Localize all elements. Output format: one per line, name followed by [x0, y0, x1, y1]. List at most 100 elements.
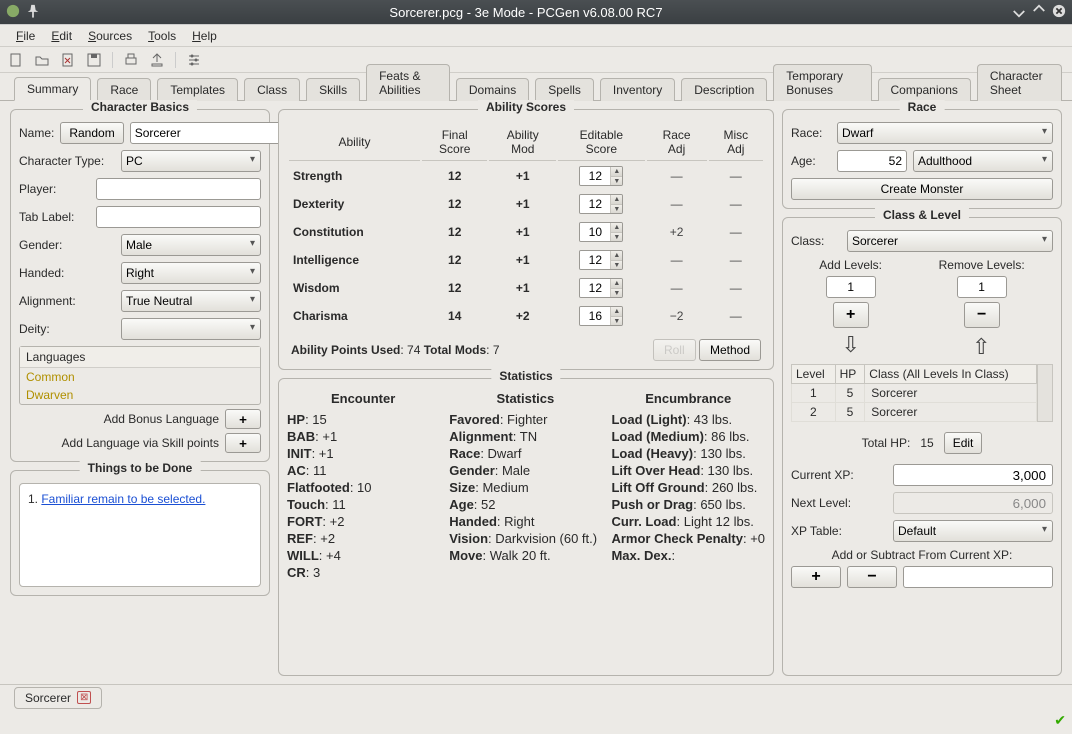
tab-inventory[interactable]: Inventory — [600, 78, 675, 101]
deity-label: Deity: — [19, 322, 115, 336]
ability-spinner[interactable]: ▲▼ — [579, 250, 623, 270]
menubar: File Edit Sources Tools Help — [0, 25, 1072, 47]
menu-sources[interactable]: Sources — [80, 27, 140, 45]
total-hp-value: 15 — [920, 436, 933, 450]
tab-companions[interactable]: Companions — [878, 78, 971, 101]
xp-add-button[interactable]: + — [791, 566, 841, 588]
skill-language-label: Add Language via Skill points — [19, 436, 219, 450]
method-button[interactable]: Method — [699, 339, 761, 361]
menu-edit[interactable]: Edit — [43, 27, 80, 45]
class-select[interactable]: Sorcerer — [847, 230, 1053, 252]
ability-spinner[interactable]: ▲▼ — [579, 278, 623, 298]
handed-label: Handed: — [19, 266, 115, 280]
ability-spinner[interactable]: ▲▼ — [579, 306, 623, 326]
stats-header: Statistics — [449, 391, 601, 406]
edit-hp-button[interactable]: Edit — [944, 432, 983, 454]
character-tab[interactable]: Sorcerer ⊠ — [14, 687, 102, 709]
ability-mod: +1 — [489, 219, 556, 245]
languages-box: Languages CommonDwarven — [19, 346, 261, 405]
tab-race[interactable]: Race — [97, 78, 151, 101]
alignment-select[interactable]: True Neutral — [121, 290, 261, 312]
thing-link[interactable]: Familiar remain to be selected. — [41, 492, 205, 506]
preferences-icon[interactable] — [186, 52, 202, 68]
ability-mod: +1 — [489, 275, 556, 301]
xptable-label: XP Table: — [791, 524, 887, 538]
remove-level-button[interactable]: − — [964, 302, 1000, 328]
things-list: 1. Familiar remain to be selected. — [19, 483, 261, 587]
add-level-button[interactable]: + — [833, 302, 869, 328]
level-row[interactable]: 25Sorcerer — [792, 403, 1037, 422]
stat-line: HP: 15 — [287, 412, 439, 427]
random-button[interactable]: Random — [60, 122, 123, 144]
menu-help[interactable]: Help — [184, 27, 225, 45]
name-input[interactable] — [130, 122, 295, 144]
ability-header: EditableScore — [558, 124, 645, 161]
add-arrow-icon: ⇩ — [841, 332, 859, 358]
xp-delta-input[interactable] — [903, 566, 1053, 588]
add-levels-label: Add Levels: — [819, 258, 882, 272]
menu-file[interactable]: File — [8, 27, 43, 45]
gender-select[interactable]: Male — [121, 234, 261, 256]
print-icon[interactable] — [123, 52, 139, 68]
remove-levels-input[interactable] — [957, 276, 1007, 298]
create-monster-button[interactable]: Create Monster — [791, 178, 1053, 200]
tab-description[interactable]: Description — [681, 78, 767, 101]
classlevel-title: Class & Level — [875, 208, 969, 222]
tab-domains[interactable]: Domains — [456, 78, 529, 101]
level-row[interactable]: 15Sorcerer — [792, 384, 1037, 403]
ability-spinner[interactable]: ▲▼ — [579, 194, 623, 214]
xptable-select[interactable]: Default — [893, 520, 1053, 542]
ability-table: AbilityFinalScoreAbilityModEditableScore… — [287, 122, 765, 331]
close-file-icon[interactable] — [60, 52, 76, 68]
add-levels-input[interactable] — [826, 276, 876, 298]
tablabel-input[interactable] — [96, 206, 261, 228]
tab-spells[interactable]: Spells — [535, 78, 594, 101]
language-item[interactable]: Common — [20, 368, 260, 386]
xp-sub-button[interactable]: − — [847, 566, 897, 588]
race-select[interactable]: Dwarf — [837, 122, 1053, 144]
new-icon[interactable] — [8, 52, 24, 68]
deity-select[interactable] — [121, 318, 261, 340]
age-input[interactable] — [837, 150, 907, 172]
maximize-icon[interactable] — [1032, 4, 1046, 21]
window-title: Sorcerer.pcg - 3e Mode - PCGen v6.08.00 … — [40, 5, 1012, 20]
tab-feats-abilities[interactable]: Feats & Abilities — [366, 64, 450, 101]
tab-temporary-bonuses[interactable]: Temporary Bonuses — [773, 64, 871, 101]
age-stage-select[interactable]: Adulthood — [913, 150, 1053, 172]
stat-line: Gender: Male — [449, 463, 601, 478]
ability-miscadj: — — [709, 303, 763, 329]
language-item[interactable]: Dwarven — [20, 386, 260, 404]
levels-scrollbar[interactable] — [1037, 364, 1053, 422]
export-icon[interactable] — [149, 52, 165, 68]
next-level-value — [893, 492, 1053, 514]
chartype-select[interactable]: PC — [121, 150, 261, 172]
ability-header: AbilityMod — [489, 124, 556, 161]
stat-line: Load (Heavy): 130 lbs. — [611, 446, 765, 461]
minimize-icon[interactable] — [1012, 4, 1026, 21]
save-icon[interactable] — [86, 52, 102, 68]
bonus-language-label: Add Bonus Language — [19, 412, 219, 426]
player-input[interactable] — [96, 178, 261, 200]
close-character-icon[interactable]: ⊠ — [77, 691, 91, 704]
pin-icon[interactable] — [26, 4, 40, 21]
stat-line: Load (Light): 43 lbs. — [611, 412, 765, 427]
ability-spinner[interactable]: ▲▼ — [579, 166, 623, 186]
handed-select[interactable]: Right — [121, 262, 261, 284]
stat-line: Curr. Load: Light 12 lbs. — [611, 514, 765, 529]
close-icon[interactable] — [1052, 4, 1066, 21]
skill-language-add-button[interactable]: + — [225, 433, 261, 453]
ability-spinner[interactable]: ▲▼ — [579, 222, 623, 242]
ability-miscadj: — — [709, 275, 763, 301]
current-xp-input[interactable] — [893, 464, 1053, 486]
bonus-language-add-button[interactable]: + — [225, 409, 261, 429]
tab-character-sheet[interactable]: Character Sheet — [977, 64, 1062, 101]
menu-tools[interactable]: Tools — [140, 27, 184, 45]
tab-templates[interactable]: Templates — [157, 78, 238, 101]
tab-summary[interactable]: Summary — [14, 77, 91, 101]
tab-class[interactable]: Class — [244, 78, 300, 101]
encumbrance-header: Encumbrance — [611, 391, 765, 406]
tab-skills[interactable]: Skills — [306, 78, 360, 101]
open-icon[interactable] — [34, 52, 50, 68]
roll-button: Roll — [653, 339, 696, 361]
ability-final: 12 — [422, 275, 488, 301]
